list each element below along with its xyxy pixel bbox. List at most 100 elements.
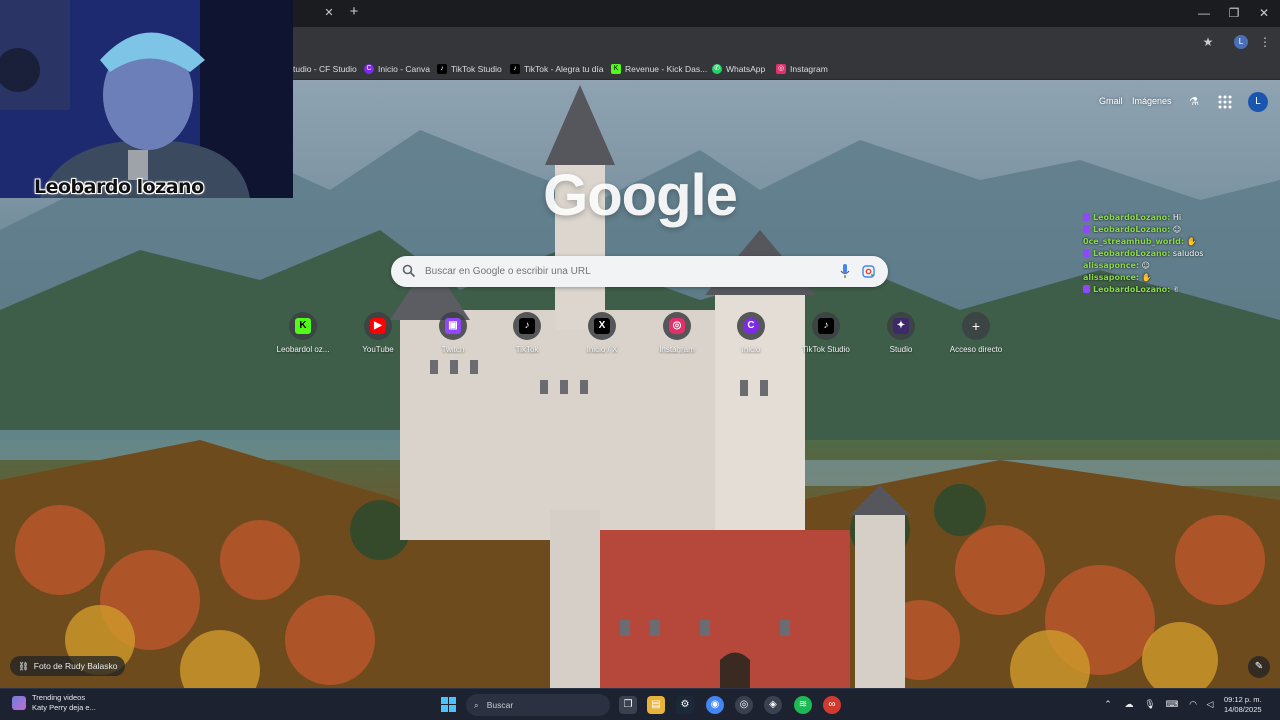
spotify-icon[interactable]: ≋	[794, 696, 812, 714]
creative-cloud-icon[interactable]: ∞	[823, 696, 841, 714]
google-lens-icon[interactable]	[862, 265, 875, 278]
customize-pencil-icon[interactable]: ✎	[1248, 656, 1270, 678]
minimize-button[interactable]: —	[1194, 4, 1214, 22]
taskbar-search-label: Buscar	[486, 700, 514, 710]
wifi-icon[interactable]: ◠	[1186, 697, 1200, 711]
chat-username: alissaponce:	[1083, 273, 1140, 282]
chat-username: 0ce_streamhub_world:	[1083, 237, 1185, 246]
search-icon	[402, 264, 416, 278]
tiktok-icon: ♪	[818, 318, 834, 334]
cloud-icon[interactable]: ☁	[1122, 697, 1136, 711]
search-box[interactable]	[391, 256, 888, 287]
chat-message: alissaponce: ☺	[1083, 260, 1273, 272]
bookmark-label: TikTok Studio	[451, 63, 502, 74]
volume-icon[interactable]: ◁	[1203, 697, 1217, 711]
bookmark-label: tudio - CF Studio	[293, 63, 357, 74]
microphone-icon[interactable]	[840, 264, 850, 279]
images-link[interactable]: Imágenes	[1132, 96, 1172, 106]
windows-taskbar: Trending videos Katy Perry deja e... ⌕ B…	[0, 688, 1280, 720]
youtube-icon: ▶	[370, 318, 386, 334]
twitch-badge-icon	[1083, 225, 1090, 233]
keyboard-icon[interactable]: ⌨	[1165, 697, 1179, 711]
shortcut-label: Inicio	[741, 345, 761, 354]
bookmark-item[interactable]: tudio - CF Studio	[293, 60, 357, 77]
canva-icon: C	[743, 318, 759, 334]
link-icon: ⛓	[18, 660, 29, 671]
chat-username: LeobardoLozano:	[1093, 249, 1171, 258]
close-window-button[interactable]: ✕	[1254, 4, 1274, 22]
system-clock[interactable]: 09:12 p. m. 14/08/2025	[1224, 695, 1262, 715]
menu-kebab-icon[interactable]: ⋮	[1256, 33, 1274, 51]
photo-credit-text: Foto de Rudy Balasko	[33, 661, 118, 671]
labs-flask-icon[interactable]: ⚗	[1187, 95, 1201, 109]
shortcut-tile[interactable]: ♪ TikTok	[491, 312, 563, 368]
bookmark-item[interactable]: ♪ TikTok - Alegra tu día	[510, 60, 604, 77]
chat-text: ✋	[1186, 237, 1197, 246]
tab-close-icon[interactable]: ✕	[322, 6, 336, 20]
chat-message: LeobardoLozano: Hi	[1083, 212, 1273, 224]
bookmark-label: Inicio - Canva	[378, 63, 430, 74]
account-avatar[interactable]: L	[1248, 92, 1268, 112]
app-icon[interactable]: ◈	[764, 696, 782, 714]
clock-date: 14/08/2025	[1224, 705, 1262, 714]
shortcut-label: Acceso directo	[949, 345, 1003, 354]
chat-message: 0ce_streamhub_world: ✋	[1083, 236, 1273, 248]
bookmark-star-icon[interactable]: ★	[1199, 33, 1217, 51]
bookmark-item[interactable]: ✆ WhatsApp	[712, 60, 765, 77]
shortcut-tile[interactable]: C Inicio	[715, 312, 787, 368]
shortcut-label: Leobardol oz...	[276, 345, 330, 354]
chat-text: Hi	[1172, 213, 1182, 222]
studio-sparkle-icon: ✦	[893, 318, 909, 334]
add-shortcut-tile[interactable]: + Acceso directo	[940, 312, 1012, 368]
obs-icon[interactable]: ◎	[735, 696, 753, 714]
shortcut-label: TikTok	[515, 345, 539, 354]
shortcut-tile[interactable]: ▶ YouTube	[342, 312, 414, 368]
search-input[interactable]	[425, 256, 825, 287]
bookmark-item[interactable]: K Revenue - Kick Das...	[611, 60, 707, 77]
shortcut-tile[interactable]: ◎ Instagram	[641, 312, 713, 368]
shortcut-tile[interactable]: X Inicio / X	[566, 312, 638, 368]
search-icon: ⌕	[474, 699, 479, 710]
chat-username: LeobardoLozano:	[1093, 285, 1171, 294]
chat-text: ☺	[1172, 225, 1182, 234]
clock-time: 09:12 p. m.	[1224, 695, 1262, 704]
chrome-icon[interactable]: ◉	[706, 696, 724, 714]
shortcut-tile[interactable]: ♪ TikTok Studio	[790, 312, 862, 368]
chat-username: LeobardoLozano:	[1093, 213, 1171, 222]
shortcut-tile[interactable]: ✦ Studio	[865, 312, 937, 368]
chat-text: ✌	[1172, 285, 1180, 294]
apps-grid-icon[interactable]	[1218, 95, 1232, 109]
file-explorer-icon[interactable]: ▤	[647, 696, 665, 714]
bookmark-label: WhatsApp	[726, 63, 766, 74]
windows-start-icon[interactable]	[441, 697, 456, 712]
photo-credit-link[interactable]: ⛓ Foto de Rudy Balasko	[10, 656, 126, 676]
bookmark-item[interactable]: ♪ TikTok Studio	[437, 60, 502, 77]
shortcut-tile[interactable]: K Leobardol oz...	[267, 312, 339, 368]
chat-text: saludos	[1172, 249, 1204, 258]
widget-subtitle: Katy Perry deja e...	[32, 703, 96, 712]
shortcut-label: Studio	[889, 345, 913, 354]
bookmark-item[interactable]: ◎ Instagram	[776, 60, 828, 77]
microphone-icon[interactable]: 🎙	[1143, 697, 1157, 711]
restore-button[interactable]: ❐	[1224, 4, 1244, 22]
bookmark-label: TikTok - Alegra tu día	[524, 63, 604, 74]
chevron-up-icon[interactable]: ⌃	[1101, 697, 1115, 711]
bookmark-item[interactable]: C Inicio - Canva	[364, 60, 430, 77]
widget-icon	[12, 696, 26, 710]
kick-icon: K	[611, 63, 621, 74]
news-widget[interactable]: Trending videos Katy Perry deja e...	[12, 693, 96, 713]
shortcut-label: Instagram	[659, 345, 695, 354]
profile-avatar-button[interactable]: L	[1234, 35, 1248, 49]
twitch-icon: ▣	[445, 318, 461, 334]
chat-message: alissaponce: ✋	[1083, 272, 1273, 284]
taskbar-search[interactable]: ⌕ Buscar	[466, 694, 610, 716]
task-view-icon[interactable]: ❐	[619, 696, 637, 714]
gmail-link[interactable]: Gmail	[1099, 96, 1123, 106]
widget-title: Trending videos	[32, 693, 86, 702]
chat-message: LeobardoLozano: saludos	[1083, 248, 1273, 260]
steam-icon[interactable]: ⚙	[676, 696, 694, 714]
shortcut-label: Twitch	[441, 345, 465, 354]
shortcut-tile[interactable]: ▣ Twitch	[417, 312, 489, 368]
new-tab-button[interactable]: +	[346, 4, 362, 20]
chat-username: alissaponce:	[1083, 261, 1140, 270]
